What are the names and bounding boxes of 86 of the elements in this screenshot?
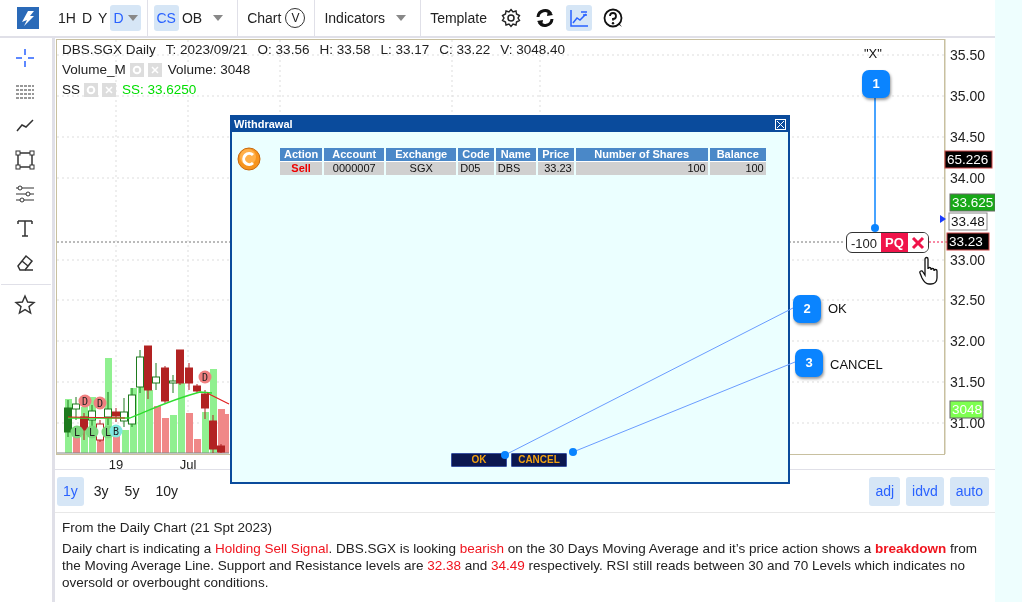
signal-marker: D bbox=[198, 370, 212, 384]
indicator-name: SS bbox=[62, 81, 80, 99]
range-button[interactable]: 3y bbox=[87, 476, 115, 506]
callout-label: CANCEL bbox=[830, 356, 883, 374]
cancel-button[interactable]: CANCEL bbox=[511, 453, 567, 467]
callout-label: OK bbox=[828, 300, 847, 318]
time-label: Jul bbox=[179, 457, 197, 470]
price-tag: 33.48 bbox=[948, 212, 988, 231]
range-button[interactable]: 10y bbox=[149, 476, 184, 506]
table-cell: 33.23 bbox=[537, 162, 574, 175]
pointer-icon bbox=[940, 215, 946, 223]
signal-marker: D bbox=[93, 396, 107, 410]
interval-button[interactable]: Y bbox=[95, 5, 111, 31]
step-badge: 3 bbox=[795, 349, 823, 377]
price-label: 34.00 bbox=[950, 170, 986, 186]
ohlc-value: T: 2023/09/21 bbox=[165, 41, 248, 59]
column-header: Name bbox=[495, 148, 536, 162]
price-label: 34.50 bbox=[950, 129, 986, 145]
commentary-heading: From the Daily Chart (21 Spt 2023) bbox=[62, 519, 274, 536]
chart-menu[interactable]: Chart V bbox=[244, 5, 309, 31]
ohlc-value: L: 33.17 bbox=[380, 41, 430, 59]
table-cell: 100 bbox=[575, 162, 708, 175]
commentary-text: Daily chart is indicating a Holding Sell Signal. DBS.SGX is looking bearish on the 30 Days Moving Average and it’s price action shows a breakdown from the Moving Average Line. Support and Resistance levels are 32.38 and 34.49 respectively. RSI still reads between 30 and 70 Levels which indicates no oversold or overbought conditions. bbox=[62, 540, 978, 591]
template-menu[interactable]: Template bbox=[427, 5, 490, 31]
price-label: 35.00 bbox=[950, 88, 986, 104]
column-header: Number of Shares bbox=[575, 148, 708, 162]
caret-icon[interactable] bbox=[396, 15, 407, 21]
ohlc-value: V: 3048.40 bbox=[500, 41, 566, 59]
step-badge: 1 bbox=[862, 70, 890, 98]
price-label: 32.50 bbox=[950, 292, 986, 308]
caret-icon bbox=[127, 15, 138, 21]
logo-icon[interactable] bbox=[16, 7, 39, 29]
callout-label: "X" bbox=[864, 45, 882, 63]
table-cell: D05 bbox=[458, 162, 494, 175]
column-header: Account bbox=[324, 148, 385, 162]
indicator-reading: SS: 33.6250 bbox=[122, 81, 197, 99]
interval-button[interactable]: D bbox=[78, 5, 96, 31]
order-type-label: PQ bbox=[881, 233, 908, 252]
scale-toggle[interactable]: adj bbox=[869, 476, 901, 506]
step-badge: 2 bbox=[793, 295, 821, 323]
interval-button[interactable]: 1H bbox=[55, 5, 79, 31]
order-tag[interactable]: -100 PQ bbox=[846, 232, 929, 253]
signal-marker: B bbox=[109, 424, 123, 438]
signal-marker: L bbox=[70, 425, 84, 439]
signal-marker: D bbox=[78, 394, 92, 408]
logo-icon bbox=[237, 147, 261, 171]
indicator-reading: Volume: 3048 bbox=[167, 61, 251, 79]
line-chart-icon[interactable] bbox=[565, 5, 592, 31]
scale-toggle[interactable]: auto bbox=[949, 476, 989, 506]
dialog-title: Withdrawal bbox=[234, 117, 293, 133]
interval-dropdown[interactable]: D bbox=[110, 5, 141, 31]
price-label: 31.50 bbox=[950, 374, 986, 390]
column-header: Exchange bbox=[386, 148, 457, 162]
column-header: Action bbox=[280, 148, 323, 162]
ok-button[interactable]: OK bbox=[451, 453, 507, 467]
price-tag: 65.226 bbox=[944, 150, 993, 169]
symbol-label: DBS.SGX Daily bbox=[62, 41, 156, 59]
time-label: 19 bbox=[108, 457, 124, 470]
column-header: Code bbox=[458, 148, 494, 162]
close-icon[interactable] bbox=[775, 119, 786, 130]
ohlc-value: O: 33.56 bbox=[257, 41, 310, 59]
table-cell: SGX bbox=[386, 162, 457, 175]
caret-icon[interactable] bbox=[213, 15, 224, 21]
range-button[interactable]: 1y bbox=[57, 476, 84, 506]
ohlc-value: H: 33.58 bbox=[319, 41, 371, 59]
price-label: 33.00 bbox=[950, 252, 986, 268]
scale-toggle[interactable]: idvd bbox=[906, 476, 944, 506]
table-cell: DBS bbox=[495, 162, 536, 175]
price-tag: 33.23 bbox=[946, 232, 990, 251]
price-tag: 33.625 bbox=[949, 193, 995, 212]
chart-type-button[interactable]: OB bbox=[178, 5, 206, 31]
table-cell: 0000007 bbox=[324, 162, 385, 175]
signal-marker: L bbox=[85, 425, 99, 439]
table-cell: Sell bbox=[280, 162, 323, 175]
order-quantity: -100 bbox=[850, 235, 879, 252]
range-button[interactable]: 5y bbox=[118, 476, 146, 506]
column-header: Balance bbox=[709, 148, 766, 162]
table-cell: 100 bbox=[709, 162, 766, 175]
price-tag: 3048 bbox=[949, 400, 984, 419]
ohlc-value: C: 33.22 bbox=[439, 41, 491, 59]
price-label: 35.50 bbox=[950, 47, 986, 63]
column-header: Price bbox=[537, 148, 574, 162]
indicators-menu[interactable]: Indicators bbox=[321, 5, 389, 31]
chart-type-button[interactable]: CS bbox=[153, 5, 179, 31]
indicator-name: Volume_M bbox=[62, 61, 126, 79]
price-label: 32.00 bbox=[950, 333, 986, 349]
